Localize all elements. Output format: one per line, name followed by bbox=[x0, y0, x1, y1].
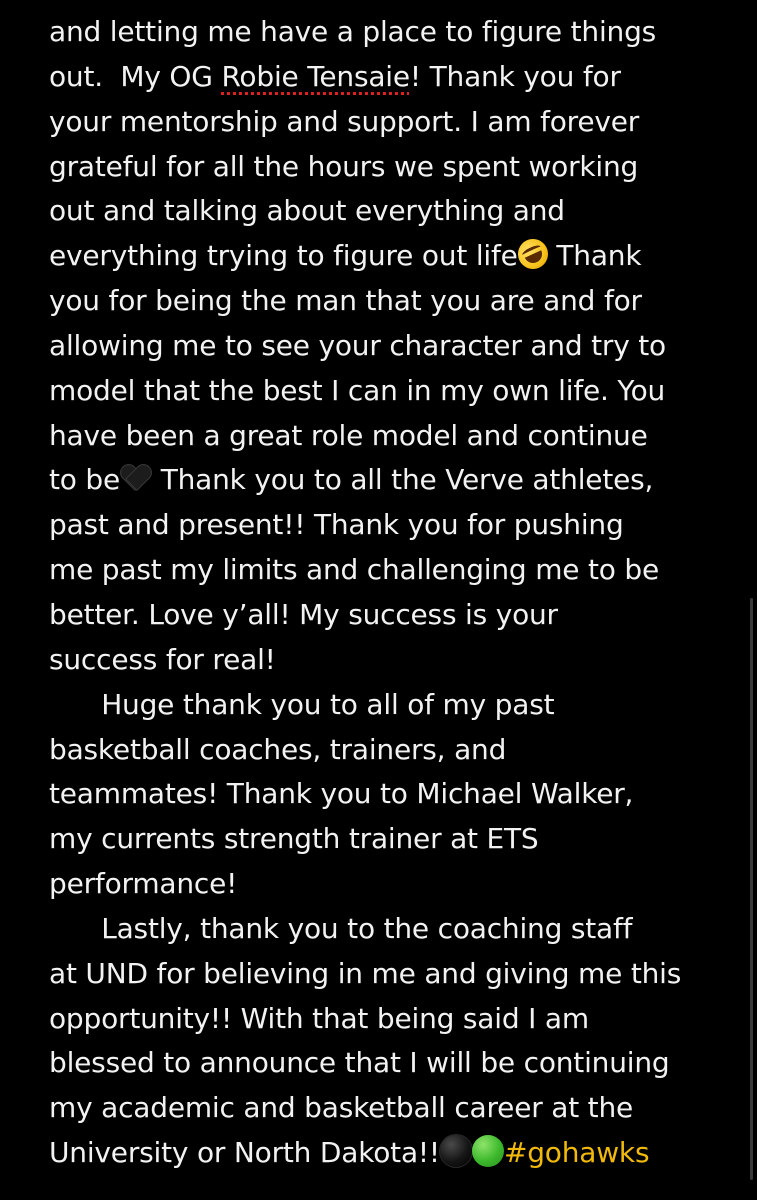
note-text-segment: allowing me to see your character and tr… bbox=[49, 328, 666, 362]
note-line: model that the best I can in my own life… bbox=[49, 369, 729, 414]
note-text-segment: Thank you to all the Verve athletes, bbox=[152, 463, 654, 497]
note-text-segment: performance! bbox=[49, 867, 238, 901]
note-line: Huge thank you to all of my past bbox=[49, 683, 729, 728]
note-text-segment: model that the best I can in my own life… bbox=[49, 373, 666, 407]
note-line: basketball coaches, trainers, and bbox=[49, 728, 729, 773]
note-line: performance! bbox=[49, 862, 729, 907]
note-text-segment: my currents strength trainer at ETS bbox=[49, 822, 539, 856]
note-text-segment: and letting me have a place to figure th… bbox=[49, 15, 657, 48]
note-text-segment: success for real! bbox=[49, 642, 276, 676]
note-text-segment: opportunity!! With that being said I am bbox=[49, 1001, 589, 1035]
note-line: and letting me have a place to figure th… bbox=[49, 10, 729, 55]
note-text-segment: you for being the man that you are and f… bbox=[49, 284, 642, 318]
note-line: everything trying to figure out life Tha… bbox=[49, 234, 729, 279]
note-text-segment: your mentorship and support. I am foreve… bbox=[49, 104, 640, 138]
black-heart-icon bbox=[120, 463, 152, 493]
hashtag-link[interactable]: #gohawks bbox=[504, 1136, 650, 1169]
note-line: have been a great role model and continu… bbox=[49, 414, 729, 459]
note-text-segment: teammates! Thank you to Michael Walker, bbox=[49, 777, 634, 811]
note-text-segment: University or North Dakota!! bbox=[49, 1136, 440, 1170]
scroll-indicator[interactable] bbox=[750, 598, 753, 1180]
note-text-segment: Lastly, thank you to the coaching staff bbox=[49, 911, 633, 945]
note-line: at UND for believing in me and giving me… bbox=[49, 952, 729, 997]
note-text-segment: better. Love y’all! My success is your bbox=[49, 597, 558, 631]
note-line: your mentorship and support. I am foreve… bbox=[49, 100, 729, 145]
rofl-emoji-icon bbox=[512, 234, 553, 275]
note-line: my academic and basketball career at the bbox=[49, 1086, 729, 1131]
note-line: opportunity!! With that being said I am bbox=[49, 997, 729, 1042]
note-view[interactable]: and letting me have a place to figure th… bbox=[0, 0, 757, 1200]
note-line: University or North Dakota!! #gohawks bbox=[49, 1131, 729, 1176]
note-line: you for being the man that you are and f… bbox=[49, 279, 729, 324]
note-line: allowing me to see your character and tr… bbox=[49, 324, 729, 369]
misspelled-word[interactable]: Robie Tensaie bbox=[221, 60, 410, 93]
note-line: past and present!! Thank you for pushing bbox=[49, 503, 729, 548]
note-text-segment: to be bbox=[49, 463, 121, 497]
note-text-segment: blessed to announce that I will be conti… bbox=[49, 1046, 670, 1080]
green-circle-icon bbox=[471, 1135, 504, 1168]
note-text-segment: have been a great role model and continu… bbox=[49, 418, 648, 452]
note-text-segment: ! Thank you for bbox=[409, 59, 621, 93]
note-text-segment: Thank bbox=[547, 239, 642, 273]
note-line: Lastly, thank you to the coaching staff bbox=[49, 907, 729, 952]
note-line: to be Thank you to all the Verve athlete… bbox=[49, 458, 729, 503]
note-line: teammates! Thank you to Michael Walker, bbox=[49, 772, 729, 817]
note-line: out. My OG Robie Tensaie! Thank you for bbox=[49, 55, 729, 100]
note-line: better. Love y’all! My success is your bbox=[49, 593, 729, 638]
note-text-segment: grateful for all the hours we spent work… bbox=[49, 149, 639, 183]
note-line: success for real! bbox=[49, 638, 729, 683]
note-body-text[interactable]: and letting me have a place to figure th… bbox=[49, 10, 729, 1176]
note-text-segment: past and present!! Thank you for pushing bbox=[49, 508, 624, 542]
note-text-segment: out. My OG bbox=[49, 59, 222, 93]
note-text-segment: me past my limits and challenging me to … bbox=[49, 553, 660, 587]
note-text-segment: basketball coaches, trainers, and bbox=[49, 732, 507, 766]
note-line: grateful for all the hours we spent work… bbox=[49, 145, 729, 190]
note-line: out and talking about everything and bbox=[49, 189, 729, 234]
note-line: me past my limits and challenging me to … bbox=[49, 548, 729, 593]
note-text-segment: at UND for believing in me and giving me… bbox=[49, 956, 682, 990]
note-text-segment: everything trying to figure out life bbox=[49, 239, 518, 273]
note-line: my currents strength trainer at ETS bbox=[49, 817, 729, 862]
note-line: blessed to announce that I will be conti… bbox=[49, 1041, 729, 1086]
black-circle-icon bbox=[439, 1135, 472, 1168]
note-text-segment: out and talking about everything and bbox=[49, 194, 565, 228]
note-text-segment: Huge thank you to all of my past bbox=[49, 687, 555, 721]
note-text-segment: my academic and basketball career at the bbox=[49, 1091, 634, 1125]
